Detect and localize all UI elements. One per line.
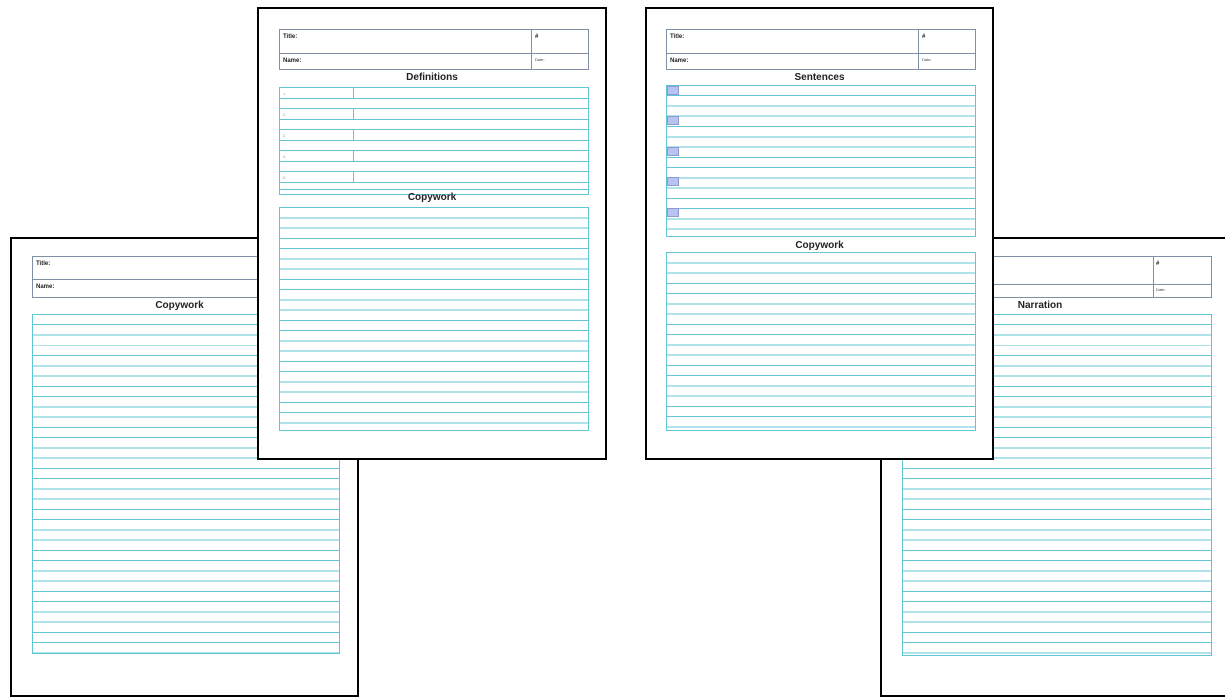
definition-row [280, 119, 588, 120]
date-label: Date: [1156, 287, 1166, 292]
sentence-marker [667, 177, 679, 186]
definition-number: 2. [283, 112, 287, 117]
section-heading-copywork: Copywork [407, 192, 457, 203]
copywork-ruled-lines [666, 252, 976, 431]
definition-row [280, 171, 588, 172]
title-row [667, 30, 975, 54]
page-definitions: Title: Name: # Date: Definitions 1. 2. 3… [257, 7, 607, 460]
section-heading-copywork: Copywork [795, 240, 844, 251]
definition-row [280, 161, 588, 162]
term-divider [353, 171, 354, 182]
number-label: # [1156, 261, 1160, 267]
name-label: Name: [36, 284, 55, 290]
definition-row [280, 150, 588, 151]
definition-row [280, 98, 588, 99]
sentence-marker [667, 86, 679, 95]
copywork-ruled-lines [279, 207, 589, 431]
number-date-cell [1153, 257, 1154, 297]
number-date-cell [531, 30, 532, 69]
term-divider [353, 129, 354, 140]
definition-number: 1. [283, 91, 287, 96]
title-label: Title: [36, 261, 51, 267]
header-box: Title: Name: # Date: [666, 29, 976, 70]
sentence-marker [667, 116, 679, 125]
definition-row [280, 189, 588, 190]
number-date-cell [918, 30, 919, 69]
name-label: Name: [670, 58, 689, 64]
section-heading-sentences: Sentences [794, 72, 845, 83]
term-divider [353, 150, 354, 161]
date-label: Date: [535, 57, 545, 62]
date-label: Date: [922, 57, 932, 62]
section-heading-definitions: Definitions [406, 72, 458, 83]
title-label: Title: [670, 34, 685, 40]
number-label: # [535, 34, 539, 40]
name-label: Name: [283, 58, 302, 64]
definition-row [280, 140, 588, 141]
term-divider [353, 108, 354, 119]
page-sentences: Title: Name: # Date: Sentences Copywork [645, 7, 994, 460]
definition-row [280, 108, 588, 109]
term-divider [353, 88, 354, 99]
definition-number: 5. [283, 175, 287, 180]
definition-row [280, 129, 588, 130]
definition-number: 4. [283, 154, 287, 159]
number-label: # [922, 34, 926, 40]
sentences-ruled-lines [666, 85, 976, 237]
sentence-marker [667, 147, 679, 156]
header-box: Title: Name: # Date: [279, 29, 589, 70]
sentence-marker [667, 208, 679, 217]
definition-row [280, 182, 588, 183]
definition-number: 3. [283, 133, 287, 138]
title-row [280, 30, 588, 54]
title-label: Title: [283, 34, 298, 40]
definitions-table: 1. 2. 3. 4. 5. [279, 87, 589, 195]
